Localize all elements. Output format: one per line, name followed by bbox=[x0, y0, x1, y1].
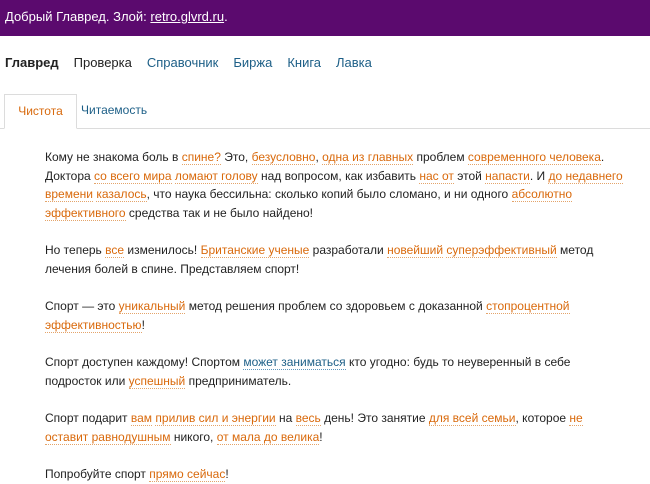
nav-item-birzha[interactable]: Биржа bbox=[233, 55, 272, 70]
nav-item-spravochnik[interactable]: Справочник bbox=[147, 55, 219, 70]
highlighted-phrase[interactable]: для всей семьи bbox=[428, 411, 516, 426]
text-fragment: средства так и не было найдено! bbox=[125, 205, 314, 220]
text-fragment: Спорт подарит bbox=[45, 411, 131, 425]
nav-item-kniga[interactable]: Книга bbox=[287, 55, 321, 70]
tab-bar: Чистота Читаемость bbox=[0, 88, 650, 129]
nav-item-proverka[interactable]: Проверка bbox=[74, 55, 132, 70]
text-paragraph: Спорт подарит вам прилив сил и энергии н… bbox=[45, 409, 625, 446]
highlighted-phrase[interactable]: успешный bbox=[128, 373, 186, 389]
tab-chitaemost[interactable]: Читаемость bbox=[81, 94, 147, 127]
text-fragment: Спорт доступен каждому! Спортом bbox=[45, 355, 244, 369]
text-fragment: Но теперь bbox=[45, 243, 106, 257]
highlighted-phrase[interactable]: Британские ученые bbox=[200, 243, 310, 258]
text-paragraph: Но теперь все изменилось! Британские уче… bbox=[45, 241, 625, 278]
highlighted-phrase[interactable]: весь bbox=[295, 411, 321, 426]
text-fragment: изменилось! bbox=[124, 243, 201, 257]
text-fragment: ! bbox=[141, 317, 145, 332]
top-bar: Добрый Главред. Злой: retro.glvrd.ru. bbox=[0, 0, 650, 36]
text-paragraph: Спорт — это уникальный метод решения про… bbox=[45, 297, 625, 334]
highlighted-phrase[interactable]: все bbox=[105, 243, 125, 258]
text-fragment: Это, bbox=[220, 150, 252, 164]
greeting-text: Добрый Главред. Злой: bbox=[5, 9, 151, 24]
highlighted-phrase[interactable]: безусловно bbox=[251, 150, 316, 165]
tab-chistota[interactable]: Чистота bbox=[4, 94, 77, 129]
text-fragment: , что наука бессильна: сколько копий был… bbox=[146, 187, 512, 201]
nav-item-glavred[interactable]: Главред bbox=[5, 55, 59, 70]
highlighted-phrase[interactable]: уникальный bbox=[118, 299, 186, 314]
text-fragment: ! bbox=[319, 429, 323, 444]
greeting-dot: . bbox=[224, 9, 228, 24]
highlighted-phrase[interactable]: казалось bbox=[96, 187, 147, 202]
highlighted-phrase[interactable]: вам bbox=[130, 411, 153, 426]
retro-link[interactable]: retro.glvrd.ru bbox=[150, 9, 224, 24]
text-fragment: над вопросом, как избавить bbox=[257, 168, 420, 183]
highlighted-phrase[interactable]: напасти bbox=[485, 168, 530, 184]
text-fragment: никого, bbox=[170, 429, 217, 444]
highlighted-phrase[interactable]: со всего мира bbox=[94, 168, 172, 184]
text-paragraph: Попробуйте спорт прямо сейчас! bbox=[45, 465, 625, 484]
highlighted-phrase[interactable]: современного человека bbox=[467, 150, 601, 165]
text-fragment: . И bbox=[529, 168, 549, 183]
text-fragment: Спорт — это bbox=[45, 299, 119, 313]
text-content: Кому не знакома боль в спине? Это, безус… bbox=[0, 129, 625, 484]
main-nav: Главред Проверка Справочник Биржа Книга … bbox=[0, 36, 650, 88]
text-paragraph: Спорт доступен каждому! Спортом может за… bbox=[45, 353, 625, 390]
text-fragment: Кому не знакома боль в bbox=[45, 150, 182, 164]
text-fragment: на bbox=[275, 411, 296, 425]
nav-item-lavka[interactable]: Лавка bbox=[336, 55, 372, 70]
text-fragment: день! Это занятие bbox=[320, 411, 429, 425]
text-fragment: предприниматель. bbox=[185, 373, 292, 388]
highlighted-phrase[interactable]: новейший bbox=[387, 243, 444, 258]
text-fragment: ! bbox=[225, 467, 229, 481]
text-fragment: , которое bbox=[515, 411, 570, 425]
highlighted-phrase[interactable]: спине? bbox=[181, 150, 221, 165]
highlighted-phrase[interactable]: нас от bbox=[419, 168, 454, 184]
highlighted-phrase[interactable]: от мала до велика bbox=[216, 429, 320, 445]
highlighted-phrase[interactable]: может заниматься bbox=[243, 355, 346, 370]
text-fragment: метод решения проблем со здоровьем с док… bbox=[185, 299, 487, 313]
highlighted-phrase[interactable]: ломают голову bbox=[174, 168, 258, 184]
highlighted-phrase[interactable]: суперэффективный bbox=[446, 243, 557, 258]
highlighted-phrase[interactable]: прилив сил и энергии bbox=[155, 411, 276, 426]
text-fragment: Попробуйте спорт bbox=[45, 467, 150, 481]
text-fragment: этой bbox=[453, 168, 486, 183]
text-fragment: проблем bbox=[413, 150, 468, 164]
text-paragraph: Кому не знакома боль в спине? Это, безус… bbox=[45, 148, 625, 222]
highlighted-phrase[interactable]: прямо сейчас bbox=[149, 467, 226, 482]
highlighted-phrase[interactable]: одна из главных bbox=[322, 150, 414, 165]
text-fragment: разработали bbox=[309, 243, 388, 257]
